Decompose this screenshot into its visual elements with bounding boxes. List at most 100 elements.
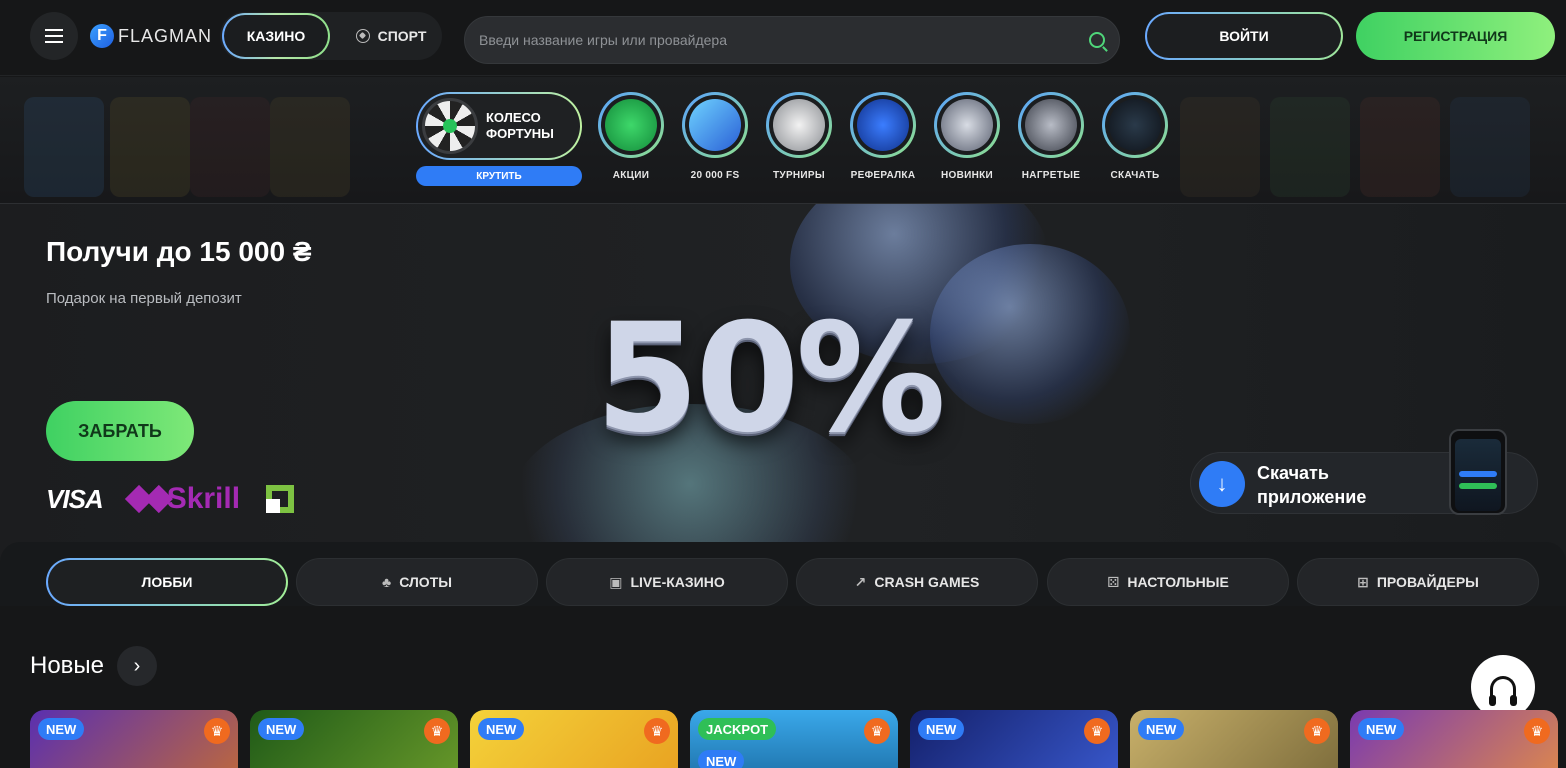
game-card[interactable]: NEW ♛ xyxy=(1350,710,1558,768)
new-badge: NEW xyxy=(698,750,745,768)
sport-tab-label: СПОРТ xyxy=(377,28,427,44)
quick-item-label: АКЦИИ xyxy=(612,170,650,181)
quick-item-free-spins[interactable]: 20 000 FS xyxy=(680,92,750,188)
trophy-icon: ♛ xyxy=(1084,718,1110,744)
gift-bomb-icon xyxy=(605,99,657,151)
quick-ring xyxy=(1102,92,1168,158)
tab-crash-games[interactable]: ↗ CRASH GAMES xyxy=(796,558,1038,606)
game-card[interactable]: NEW ♛ xyxy=(1130,710,1338,768)
quick-item-label: РЕФЕРАЛКА xyxy=(850,170,916,181)
privatbank-icon xyxy=(266,485,295,513)
money-bag-icon xyxy=(857,99,909,151)
logo[interactable]: F FLAGMAN xyxy=(90,24,212,48)
tab-table-games[interactable]: ⚄ НАСТОЛЬНЫЕ xyxy=(1047,558,1289,606)
tab-label: ПРОВАЙДЕРЫ xyxy=(1376,574,1479,590)
new-badge: NEW xyxy=(38,718,85,740)
jackpot-badge: JACKPOT xyxy=(698,718,777,740)
background-game-thumb xyxy=(270,97,350,197)
rocket-icon xyxy=(1025,99,1077,151)
tab-lobby[interactable]: ЛОББИ xyxy=(46,558,288,606)
background-game-thumb xyxy=(24,97,104,197)
logo-mark-icon: F xyxy=(90,24,114,48)
headset-icon xyxy=(1489,676,1517,706)
background-game-thumb xyxy=(1180,97,1260,197)
quick-item-promotions[interactable]: АКЦИИ xyxy=(596,92,666,188)
quick-ring xyxy=(598,92,664,158)
quick-item-hot[interactable]: НАГРЕТЫЕ xyxy=(1016,92,1086,188)
quick-item-download[interactable]: СКАЧАТЬ xyxy=(1100,92,1170,188)
trophy-icon: ♛ xyxy=(1524,718,1550,744)
dice-icon: ⚄ xyxy=(1107,573,1120,590)
fortune-wheel-label: КОЛЕСО ФОРТУНЫ xyxy=(486,110,554,141)
section-title: Новые xyxy=(30,652,105,679)
search-icon[interactable] xyxy=(1089,32,1105,48)
tab-providers[interactable]: ⊞ ПРОВАЙДЕРЫ xyxy=(1297,558,1539,606)
trophy-icon: ♛ xyxy=(864,718,890,744)
download-app-card[interactable]: ↓ Скачать приложение xyxy=(1190,429,1538,515)
game-card[interactable]: NEW ♛ xyxy=(30,710,238,768)
quick-item-new[interactable]: НОВИНКИ xyxy=(932,92,1002,188)
game-card[interactable]: NEW ♛ xyxy=(250,710,458,768)
live-icon: ▣ xyxy=(609,573,623,590)
quick-ring xyxy=(682,92,748,158)
new-badge: NEW xyxy=(258,718,305,740)
tab-label: CRASH GAMES xyxy=(874,574,980,590)
background-game-thumb xyxy=(110,97,190,197)
background-game-thumb xyxy=(1450,97,1530,197)
banner-art: 50% xyxy=(510,204,1130,604)
logo-text: FLAGMAN xyxy=(118,25,213,46)
quick-item-label: СКАЧАТЬ xyxy=(1110,170,1160,181)
trophy-icon: ♛ xyxy=(204,718,230,744)
login-button[interactable]: ВОЙТИ xyxy=(1145,12,1343,60)
chart-up-icon: ↗ xyxy=(854,573,867,590)
category-tabs: ЛОББИ ♣ СЛОТЫ ▣ LIVE-КАЗИНО ↗ CRASH GAME… xyxy=(0,542,1566,606)
fortune-wheel-icon xyxy=(422,98,478,154)
tab-slots[interactable]: ♣ СЛОТЫ xyxy=(296,558,538,606)
mode-switch: КАЗИНО СПОРТ xyxy=(220,12,442,60)
menu-button[interactable] xyxy=(30,12,78,60)
payment-methods: VISA Skrill xyxy=(46,482,295,516)
trophy-cup-icon xyxy=(773,99,825,151)
tab-live-casino[interactable]: ▣ LIVE-КАЗИНО xyxy=(546,558,788,606)
register-button[interactable]: РЕГИСТРАЦИЯ xyxy=(1356,12,1555,60)
quick-item-label: НАГРЕТЫЕ xyxy=(1021,170,1081,181)
cherry-icon: ♣ xyxy=(382,574,392,590)
download-app-label: Скачать приложение xyxy=(1257,463,1367,507)
tab-label: LIVE-КАЗИНО xyxy=(630,574,725,590)
game-card[interactable]: NEW ♛ xyxy=(910,710,1118,768)
grid-icon: ⊞ xyxy=(1357,573,1369,590)
gamepad-icon xyxy=(941,99,993,151)
banner-subtitle: Подарок на первый депозит xyxy=(46,290,242,307)
casino-tab[interactable]: КАЗИНО xyxy=(222,13,330,59)
phone-mockup xyxy=(1449,429,1507,515)
new-badge: NEW xyxy=(1358,718,1405,740)
game-card[interactable]: JACKPOT NEW ♛ xyxy=(690,710,898,768)
background-game-thumb xyxy=(1270,97,1350,197)
quick-item-tournaments[interactable]: ТУРНИРЫ xyxy=(764,92,834,188)
sport-tab[interactable]: СПОРТ xyxy=(344,13,438,59)
ticket-icon xyxy=(689,99,741,151)
top-header: F FLAGMAN КАЗИНО СПОРТ ВОЙТИ РЕГИСТРАЦИЯ xyxy=(0,0,1566,76)
quick-ring xyxy=(766,92,832,158)
section-more-button[interactable]: › xyxy=(117,646,157,686)
claim-bonus-button[interactable]: ЗАБРАТЬ xyxy=(46,401,194,461)
quick-item-label: НОВИНКИ xyxy=(940,170,994,181)
banner-title: Получи до 15 000 ₴ xyxy=(46,236,312,267)
spin-button[interactable]: КРУТИТЬ xyxy=(416,166,582,186)
tab-label: СЛОТЫ xyxy=(399,574,452,590)
soccer-ball-icon xyxy=(355,29,370,43)
trophy-icon: ♛ xyxy=(644,718,670,744)
skrill-logo: Skrill xyxy=(124,482,241,516)
tab-label: НАСТОЛЬНЫЕ xyxy=(1127,574,1229,590)
bonus-percent-art: 50% xyxy=(595,292,946,466)
background-game-thumb xyxy=(190,97,270,197)
search-input[interactable] xyxy=(479,17,1069,63)
skrill-text: Skrill xyxy=(166,482,241,515)
game-card[interactable]: NEW ♛ xyxy=(470,710,678,768)
new-badge: NEW xyxy=(1138,718,1185,740)
new-badge: NEW xyxy=(478,718,525,740)
new-badge: NEW xyxy=(918,718,965,740)
fortune-wheel-button[interactable]: КОЛЕСО ФОРТУНЫ xyxy=(416,92,582,160)
quick-item-referral[interactable]: РЕФЕРАЛКА xyxy=(848,92,918,188)
quick-ring xyxy=(850,92,916,158)
